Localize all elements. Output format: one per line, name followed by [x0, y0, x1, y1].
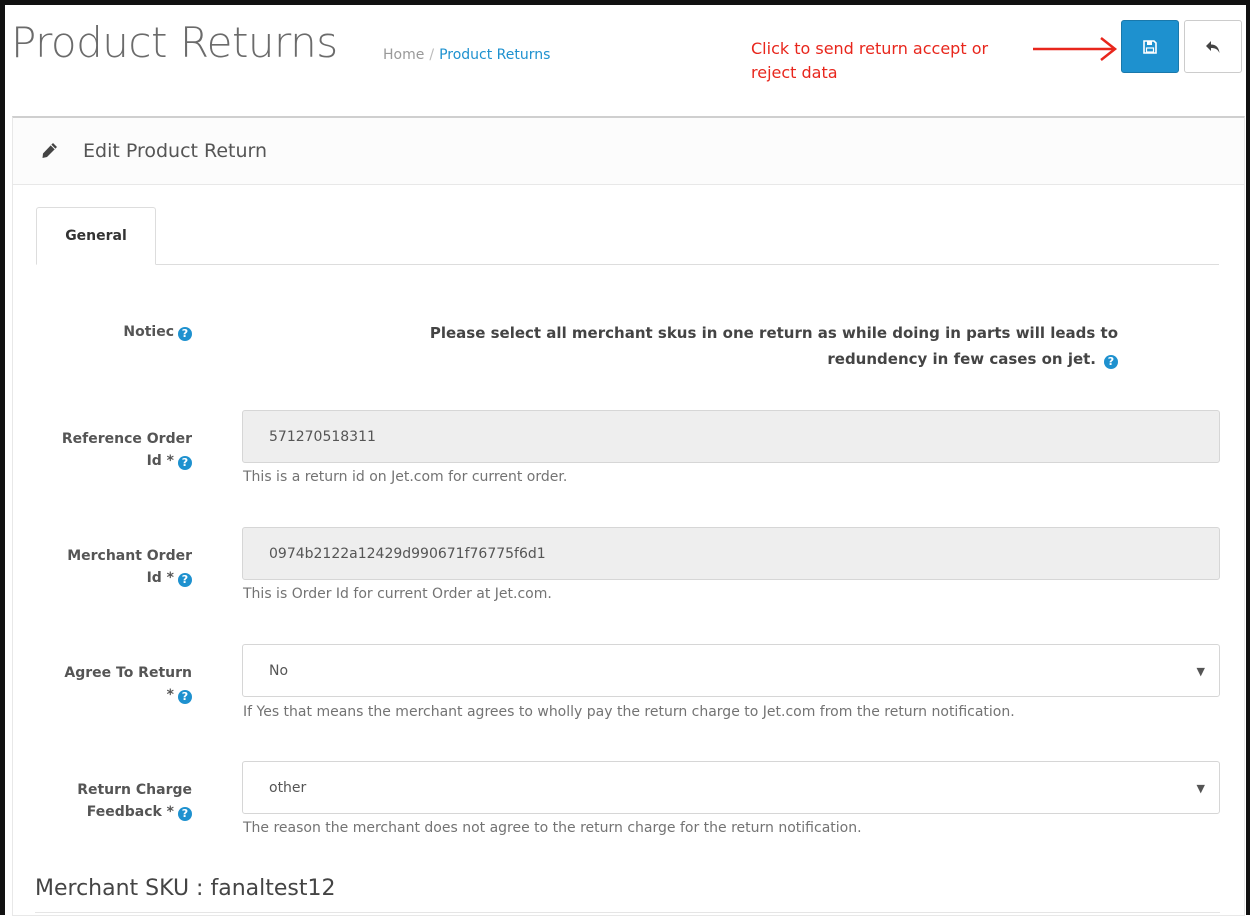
return-charge-feedback-label-line-1: Return Charge	[77, 782, 192, 798]
breadcrumb: Home / Product Returns	[383, 47, 550, 63]
floppy-disk-icon	[1143, 39, 1157, 54]
merchant-order-id-label-line-1: Merchant Order	[67, 548, 192, 564]
notice-label-text: Notiec	[123, 324, 174, 340]
back-button[interactable]	[1184, 20, 1242, 73]
save-button[interactable]	[1121, 20, 1179, 73]
merchant-sku-heading: Merchant SKU : fanaltest12	[35, 876, 336, 901]
sku-divider	[35, 912, 1220, 913]
agree-to-return-label-line-2-row: *?	[20, 684, 192, 706]
return-charge-feedback-label-line-2-row: Feedback *?	[20, 801, 192, 823]
notice-text-line-2: redundency in few cases on jet.?	[240, 346, 1118, 372]
panel-heading: Edit Product Return	[13, 118, 1244, 185]
panel-heading-title: Edit Product Return	[83, 140, 268, 162]
reference-order-id-hint: This is a return id on Jet.com for curre…	[243, 469, 568, 485]
reference-order-id-label-line-1: Reference Order	[61, 431, 192, 447]
annotation-line-1: Click to send return accept or	[751, 39, 989, 58]
help-icon[interactable]: ?	[178, 327, 192, 341]
help-icon[interactable]: ?	[178, 690, 192, 704]
chevron-down-icon: ▼	[1196, 782, 1205, 795]
agree-to-return-select[interactable]: No ▼	[242, 644, 1220, 697]
reference-order-id-label-line-2: Id *	[146, 453, 174, 469]
breadcrumb-separator: /	[429, 47, 435, 63]
notice-text-line-1: Please select all merchant skus in one r…	[429, 324, 1118, 342]
notice-label: Notiec?	[40, 321, 192, 343]
return-charge-feedback-label-line-2: Feedback *	[86, 804, 174, 820]
merchant-order-id-label-line-2-row: Id *?	[20, 567, 192, 589]
return-charge-feedback-select[interactable]: other ▼	[242, 761, 1220, 814]
reference-order-id-field[interactable]: 571270518311	[242, 410, 1220, 463]
help-icon[interactable]: ?	[1104, 355, 1118, 369]
merchant-order-id-field[interactable]: 0974b2122a12429d990671f76775f6d1	[242, 527, 1220, 580]
annotation-arrow-icon	[1033, 37, 1118, 61]
agree-to-return-value: No	[269, 662, 289, 679]
reference-order-id-label-line-2-row: Id *?	[20, 450, 192, 472]
annotation-line-2: reject data	[751, 63, 838, 82]
chevron-down-icon: ▼	[1196, 665, 1205, 678]
help-icon[interactable]: ?	[178, 807, 192, 821]
agree-to-return-label-line-2: *	[166, 687, 174, 703]
reference-order-id-label: Reference Order Id *?	[20, 428, 192, 472]
tabs-divider	[36, 264, 1219, 265]
help-icon[interactable]: ?	[178, 573, 192, 587]
tab-general[interactable]: General	[36, 207, 156, 265]
return-charge-feedback-label: Return Charge Feedback *?	[20, 779, 192, 823]
page-title: Product Returns	[11, 18, 338, 67]
agree-to-return-label: Agree To Return *?	[20, 662, 192, 706]
notice-text: Please select all merchant skus in one r…	[240, 320, 1118, 372]
agree-to-return-hint: If Yes that means the merchant agrees to…	[243, 704, 1015, 720]
merchant-order-id-hint: This is Order Id for current Order at Je…	[243, 586, 552, 602]
merchant-order-id-label-line-2: Id *	[146, 570, 174, 586]
breadcrumb-home[interactable]: Home	[383, 47, 424, 63]
pencil-icon	[42, 143, 57, 158]
merchant-order-id-label: Merchant Order Id *?	[20, 545, 192, 589]
reply-arrow-icon	[1206, 40, 1220, 53]
annotation-note: Click to send return accept or reject da…	[751, 37, 1051, 85]
breadcrumb-current[interactable]: Product Returns	[439, 47, 550, 63]
notice-text-line-2-text: redundency in few cases on jet.	[827, 350, 1096, 368]
return-charge-feedback-value: other	[269, 779, 307, 796]
help-icon[interactable]: ?	[178, 456, 192, 470]
agree-to-return-label-line-1: Agree To Return	[64, 665, 192, 681]
return-charge-feedback-hint: The reason the merchant does not agree t…	[243, 820, 862, 836]
